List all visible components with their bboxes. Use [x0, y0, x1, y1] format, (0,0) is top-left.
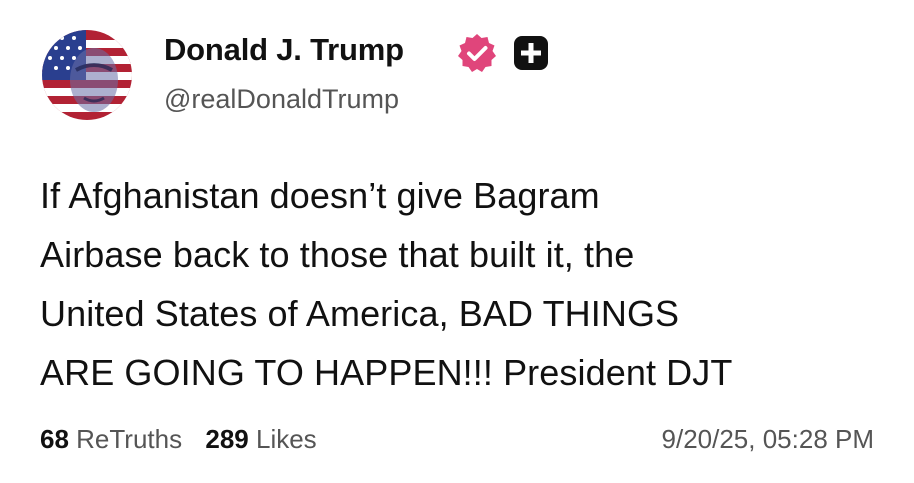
retruths-count: 68 [40, 424, 69, 454]
display-name[interactable]: Donald J. Trump [164, 32, 404, 68]
retruths-label: ReTruths [76, 424, 183, 454]
likes-count: 289 [205, 424, 249, 454]
likes-stat[interactable]: 289 Likes [205, 424, 316, 455]
post-stats: 68 ReTruths 289 Likes [40, 424, 317, 455]
post-text: If Afghanistan doesn’t give Bagram Airba… [40, 166, 890, 402]
likes-label: Likes [255, 424, 317, 454]
post-text-line: ARE GOING TO HAPPEN!!! President DJT [40, 352, 733, 393]
post-text-line: Airbase back to those that built it, the [40, 234, 635, 275]
avatar[interactable] [42, 30, 132, 120]
post-timestamp[interactable]: 9/20/25, 05:28 PM [662, 424, 874, 455]
post-text-line: United States of America, BAD THINGS [40, 293, 680, 334]
user-handle[interactable]: @realDonaldTrump [164, 84, 399, 115]
post-card: Donald J. Trump @realDonaldTrump If Afgh… [0, 0, 914, 483]
avatar-image [42, 30, 132, 120]
retruths-stat[interactable]: 68 ReTruths [40, 424, 182, 455]
post-text-line: If Afghanistan doesn’t give Bagram [40, 175, 600, 216]
plus-badge-icon [514, 36, 548, 70]
verified-badge-icon [458, 34, 496, 72]
